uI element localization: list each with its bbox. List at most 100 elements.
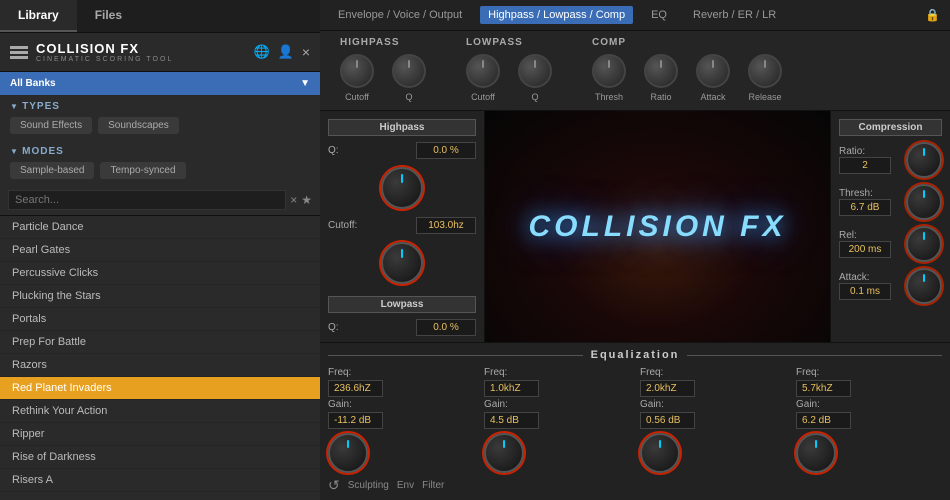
eq-band2-knob-row — [484, 433, 524, 473]
eq-band1-gain-value[interactable]: -11.2 dB — [328, 412, 383, 429]
lp-q-value[interactable]: 0.0 % — [416, 319, 476, 336]
eq-band1-freq-value[interactable]: 236.6hZ — [328, 380, 383, 397]
types-section-label: TYPES — [0, 95, 320, 115]
comp-attack-knob[interactable] — [696, 54, 730, 88]
nav-reverb[interactable]: Reverb / ER / LR — [685, 6, 784, 24]
lowpass-q-knob-item: Q — [518, 54, 552, 102]
preset-portals[interactable]: Portals — [0, 308, 320, 331]
comp-ratio-knob[interactable] — [644, 54, 678, 88]
hp-q-value[interactable]: 0.0 % — [416, 142, 476, 159]
mode-sample-based[interactable]: Sample-based — [10, 162, 94, 179]
preset-prep-for-battle[interactable]: Prep For Battle — [0, 331, 320, 354]
user-icon[interactable]: 👤 — [278, 44, 294, 60]
modes-tags: Sample-based Tempo-synced — [0, 160, 320, 185]
eq-band2-freq-label: Freq: — [484, 367, 507, 378]
highpass-q-knob[interactable] — [392, 54, 426, 88]
bottom-refresh-icon[interactable]: ↺ — [328, 477, 340, 494]
eq-band4-knob[interactable] — [796, 433, 836, 473]
comp-ratio-label: Ratio — [650, 92, 671, 102]
lowpass-cutoff-knob-item: Cutoff — [466, 54, 500, 102]
eq-band2-gain-label: Gain: — [484, 399, 508, 410]
type-soundscapes[interactable]: Soundscapes — [98, 117, 179, 134]
comp-rel-knob-ctrl[interactable] — [906, 226, 942, 262]
nav-highpass-lowpass[interactable]: Highpass / Lowpass / Comp — [480, 6, 633, 24]
preset-razors[interactable]: Razors — [0, 354, 320, 377]
eq-band1-knob[interactable] — [328, 433, 368, 473]
globe-icon[interactable]: 🌐 — [253, 44, 269, 60]
lp-q-label: Q: — [328, 322, 370, 333]
preset-risers-a[interactable]: Risers A — [0, 469, 320, 492]
modes-section-label: MODES — [0, 140, 320, 160]
tab-files[interactable]: Files — [77, 0, 140, 32]
comp-release-knob[interactable] — [748, 54, 782, 88]
eq-band2-knob[interactable] — [484, 433, 524, 473]
lowpass-label: LOWPASS — [466, 37, 523, 48]
preset-pearl-gates[interactable]: Pearl Gates — [0, 239, 320, 262]
hp-q-knob-large[interactable] — [381, 167, 423, 209]
highpass-cutoff-knob-item: Cutoff — [340, 54, 374, 102]
comp-label: COMP — [592, 37, 626, 48]
comp-thresh-knob[interactable] — [592, 54, 626, 88]
lowpass-q-knob[interactable] — [518, 54, 552, 88]
preset-rise-of-darkness[interactable]: Rise of Darkness — [0, 446, 320, 469]
logo-text: COLLISION FX CINEMATIC SCORING TOOL — [36, 41, 173, 63]
highpass-cutoff-knob[interactable] — [340, 54, 374, 88]
comp-knobs: Thresh Ratio Attack Release — [592, 54, 782, 102]
comp-ratio-row: Ratio: 2 — [839, 142, 942, 178]
close-button[interactable]: × — [302, 44, 310, 60]
preset-red-planet-invaders[interactable]: Red Planet Invaders — [0, 377, 320, 400]
lowpass-cutoff-label: Cutoff — [471, 92, 495, 102]
search-clear-icon[interactable]: × — [290, 193, 297, 207]
comp-attack-param-value[interactable]: 0.1 ms — [839, 283, 891, 300]
hp-cutoff-knob-large[interactable] — [381, 242, 423, 284]
comp-release-label: Release — [748, 92, 781, 102]
all-banks-arrow: ▼ — [300, 78, 310, 89]
all-banks-dropdown[interactable]: All Banks ▼ — [0, 72, 320, 95]
comp-attack-param-label: Attack: — [839, 272, 891, 283]
center-area: Highpass Q: 0.0 % Cutoff: 103.0hz Lowpas… — [320, 111, 950, 342]
tab-library[interactable]: Library — [0, 0, 77, 32]
hp-q-row: Q: 0.0 % — [328, 142, 476, 159]
eq-band2-freq-value[interactable]: 1.0khZ — [484, 380, 539, 397]
eq-band2-gain-value[interactable]: 4.5 dB — [484, 412, 539, 429]
bottom-eq-area: Equalization Freq: 236.6hZ Gain: -11.2 d… — [320, 342, 950, 500]
eq-band3-gain-value[interactable]: 0.56 dB — [640, 412, 695, 429]
comp-attack-row: Attack: 0.1 ms — [839, 268, 942, 304]
preset-percussive-clicks[interactable]: Percussive Clicks — [0, 262, 320, 285]
comp-thresh-knob-item: Thresh — [592, 54, 626, 102]
eq-band3-freq-value[interactable]: 2.0khZ — [640, 380, 695, 397]
comp-attack-label: Attack — [700, 92, 725, 102]
hp-cutoff-value[interactable]: 103.0hz — [416, 217, 476, 234]
search-star-icon[interactable]: ★ — [301, 193, 312, 207]
comp-ratio-knob-ctrl[interactable] — [906, 142, 942, 178]
preset-particle-dance[interactable]: Particle Dance — [0, 216, 320, 239]
mode-tempo-synced[interactable]: Tempo-synced — [100, 162, 185, 179]
eq-band4-freq-value[interactable]: 5.7khZ — [796, 380, 851, 397]
center-visual: COLLISION FX — [485, 111, 830, 342]
eq-band-2: Freq: 1.0khZ Gain: 4.5 dB — [484, 367, 630, 473]
eq-band4-gain-value[interactable]: 6.2 dB — [796, 412, 851, 429]
lowpass-cutoff-knob[interactable] — [466, 54, 500, 88]
search-input[interactable] — [8, 190, 286, 210]
type-sound-effects[interactable]: Sound Effects — [10, 117, 92, 134]
preset-ripper[interactable]: Ripper — [0, 423, 320, 446]
highpass-q-knob-item: Q — [392, 54, 426, 102]
comp-thresh-knob-ctrl[interactable] — [906, 184, 942, 220]
eq-band1-gain-label: Gain: — [328, 399, 352, 410]
nav-envelope[interactable]: Envelope / Voice / Output — [330, 6, 470, 24]
preset-rethink-your-action[interactable]: Rethink Your Action — [0, 400, 320, 423]
sidebar-header: COLLISION FX CINEMATIC SCORING TOOL 🌐 👤 … — [0, 33, 320, 72]
lowpass-q-label: Q — [531, 92, 538, 102]
hp-cutoff-label: Cutoff: — [328, 220, 370, 231]
eq-band1-knob-row — [328, 433, 368, 473]
lowpass-section-header: Lowpass — [328, 296, 476, 313]
comp-rel-param-value[interactable]: 200 ms — [839, 241, 891, 258]
nav-eq[interactable]: EQ — [643, 6, 675, 24]
preset-plucking-stars[interactable]: Plucking the Stars — [0, 285, 320, 308]
types-tags: Sound Effects Soundscapes — [0, 115, 320, 140]
eq-band3-knob[interactable] — [640, 433, 680, 473]
comp-ratio-param-value[interactable]: 2 — [839, 157, 891, 174]
comp-thresh-param-value[interactable]: 6.7 dB — [839, 199, 891, 216]
comp-attack-knob-ctrl[interactable] — [906, 268, 942, 304]
highpass-cutoff-label: Cutoff — [345, 92, 369, 102]
